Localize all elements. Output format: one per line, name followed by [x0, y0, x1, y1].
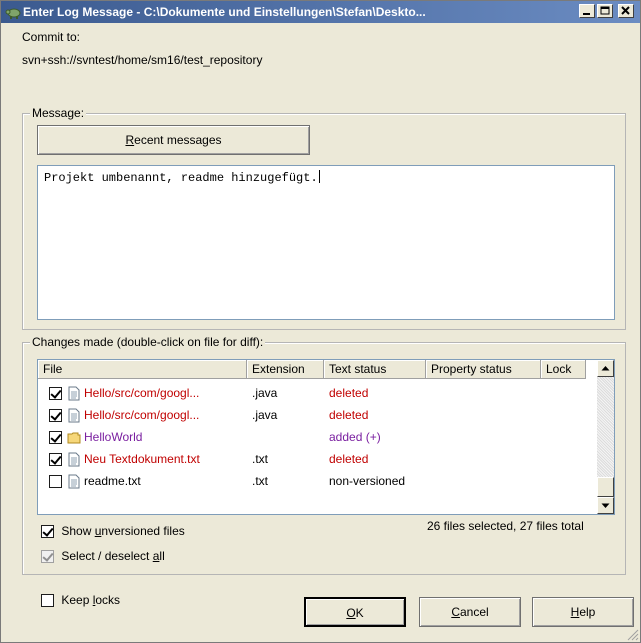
changes-group-label: Changes made (double-click on file for d…	[30, 335, 266, 349]
file-cell: Hello/src/com/googl...	[38, 408, 247, 423]
scroll-down-button[interactable]	[597, 497, 614, 514]
ok-label: OK	[346, 606, 364, 620]
arrow-up-icon	[601, 366, 610, 371]
message-group-label: Message:	[30, 106, 87, 120]
close-icon	[621, 6, 630, 15]
text-status-cell: non-versioned	[329, 474, 406, 488]
list-header: File Extension Text status Property stat…	[38, 360, 586, 379]
extension-cell: .java	[252, 408, 278, 422]
text-status-cell: deleted	[329, 452, 369, 466]
row-checkbox[interactable]	[49, 430, 62, 444]
row-checkbox[interactable]	[49, 408, 62, 422]
message-text: Projekt umbenannt, readme hinzugefügt.	[44, 171, 318, 185]
keep-locks-option[interactable]: Keep locks	[41, 593, 121, 608]
file-icon	[68, 386, 80, 400]
row-checkbox[interactable]	[49, 474, 62, 488]
keep-locks-checkbox[interactable]	[41, 594, 54, 608]
arrow-down-icon	[601, 503, 610, 508]
commit-url: svn+ssh://svntest/home/sm16/test_reposit…	[22, 53, 263, 67]
column-header-extension[interactable]: Extension	[247, 360, 324, 379]
row-checkbox[interactable]	[49, 452, 62, 466]
file-icon	[68, 408, 80, 422]
file-cell: readme.txt	[38, 474, 247, 489]
list-scrollbar[interactable]	[597, 360, 614, 514]
column-header-property-status[interactable]: Property status	[426, 360, 541, 379]
recent-messages-button[interactable]: Recent messages	[37, 125, 310, 155]
title-bar[interactable]: Enter Log Message - C:\Dokumente und Ein…	[1, 1, 640, 23]
text-status-cell: deleted	[329, 408, 369, 422]
select-all-option[interactable]: Select / deselect all	[41, 549, 165, 564]
select-all-label: Select / deselect all	[61, 549, 165, 563]
extension-cell: .txt	[252, 452, 269, 466]
file-name: HelloWorld	[84, 430, 143, 444]
commit-to-label: Commit to:	[22, 30, 81, 44]
show-unversioned-checkbox[interactable]	[41, 525, 54, 539]
file-cell: Neu Textdokument.txt	[38, 452, 247, 467]
list-item[interactable]: Hello/src/com/googl... .java deleted	[38, 382, 426, 404]
recent-messages-label: Recent messages	[125, 133, 222, 147]
text-status-cell: deleted	[329, 386, 369, 400]
show-unversioned-option[interactable]: Show unversioned files	[41, 524, 185, 539]
folder-icon	[67, 432, 81, 443]
help-label: Help	[570, 605, 596, 619]
extension-cell: .java	[252, 386, 278, 400]
minimize-button[interactable]	[579, 4, 595, 18]
minimize-icon	[583, 13, 590, 15]
list-item[interactable]: Hello/src/com/googl... .java deleted	[38, 404, 426, 426]
window-title: Enter Log Message - C:\Dokumente und Ein…	[23, 5, 426, 19]
file-name: readme.txt	[84, 474, 141, 488]
scroll-up-button[interactable]	[597, 360, 614, 377]
keep-locks-label: Keep locks	[61, 593, 121, 607]
file-cell: Hello/src/com/googl...	[38, 386, 247, 401]
text-status-cell: added (+)	[329, 430, 381, 444]
message-textarea[interactable]: Projekt umbenannt, readme hinzugefügt.	[37, 165, 615, 320]
file-name: Hello/src/com/googl...	[84, 386, 200, 400]
list-item[interactable]: HelloWorld added (+)	[38, 426, 426, 448]
text-caret	[318, 170, 320, 183]
column-header-text-status[interactable]: Text status	[324, 360, 426, 379]
list-item[interactable]: Neu Textdokument.txt .txt deleted	[38, 448, 426, 470]
file-name: Hello/src/com/googl...	[84, 408, 200, 422]
column-header-lock[interactable]: Lock	[541, 360, 586, 379]
cancel-button[interactable]: Cancel	[419, 597, 521, 627]
select-all-checkbox[interactable]	[41, 550, 54, 564]
file-name: Neu Textdokument.txt	[84, 452, 200, 466]
changes-file-list[interactable]: File Extension Text status Property stat…	[37, 359, 615, 515]
column-header-file[interactable]: File	[38, 360, 247, 379]
file-cell: HelloWorld	[38, 430, 247, 445]
list-item[interactable]: readme.txt .txt non-versioned	[38, 470, 426, 492]
ok-button[interactable]: OK	[304, 597, 406, 627]
cancel-label: Cancel	[451, 605, 489, 619]
maximize-button[interactable]	[597, 4, 613, 18]
scroll-thumb[interactable]	[597, 477, 614, 497]
file-icon	[68, 474, 80, 488]
extension-cell: .txt	[252, 474, 269, 488]
file-icon	[68, 452, 80, 466]
close-button[interactable]	[618, 4, 634, 18]
maximize-icon	[600, 6, 610, 15]
help-button[interactable]: Help	[532, 597, 634, 627]
selection-summary: 26 files selected, 27 files total	[427, 519, 584, 533]
tortoise-app-icon	[5, 8, 21, 19]
resize-grip-icon[interactable]	[626, 628, 639, 641]
row-checkbox[interactable]	[49, 386, 62, 400]
log-message-dialog: Enter Log Message - C:\Dokumente und Ein…	[0, 0, 641, 643]
show-unversioned-label: Show unversioned files	[61, 524, 185, 538]
